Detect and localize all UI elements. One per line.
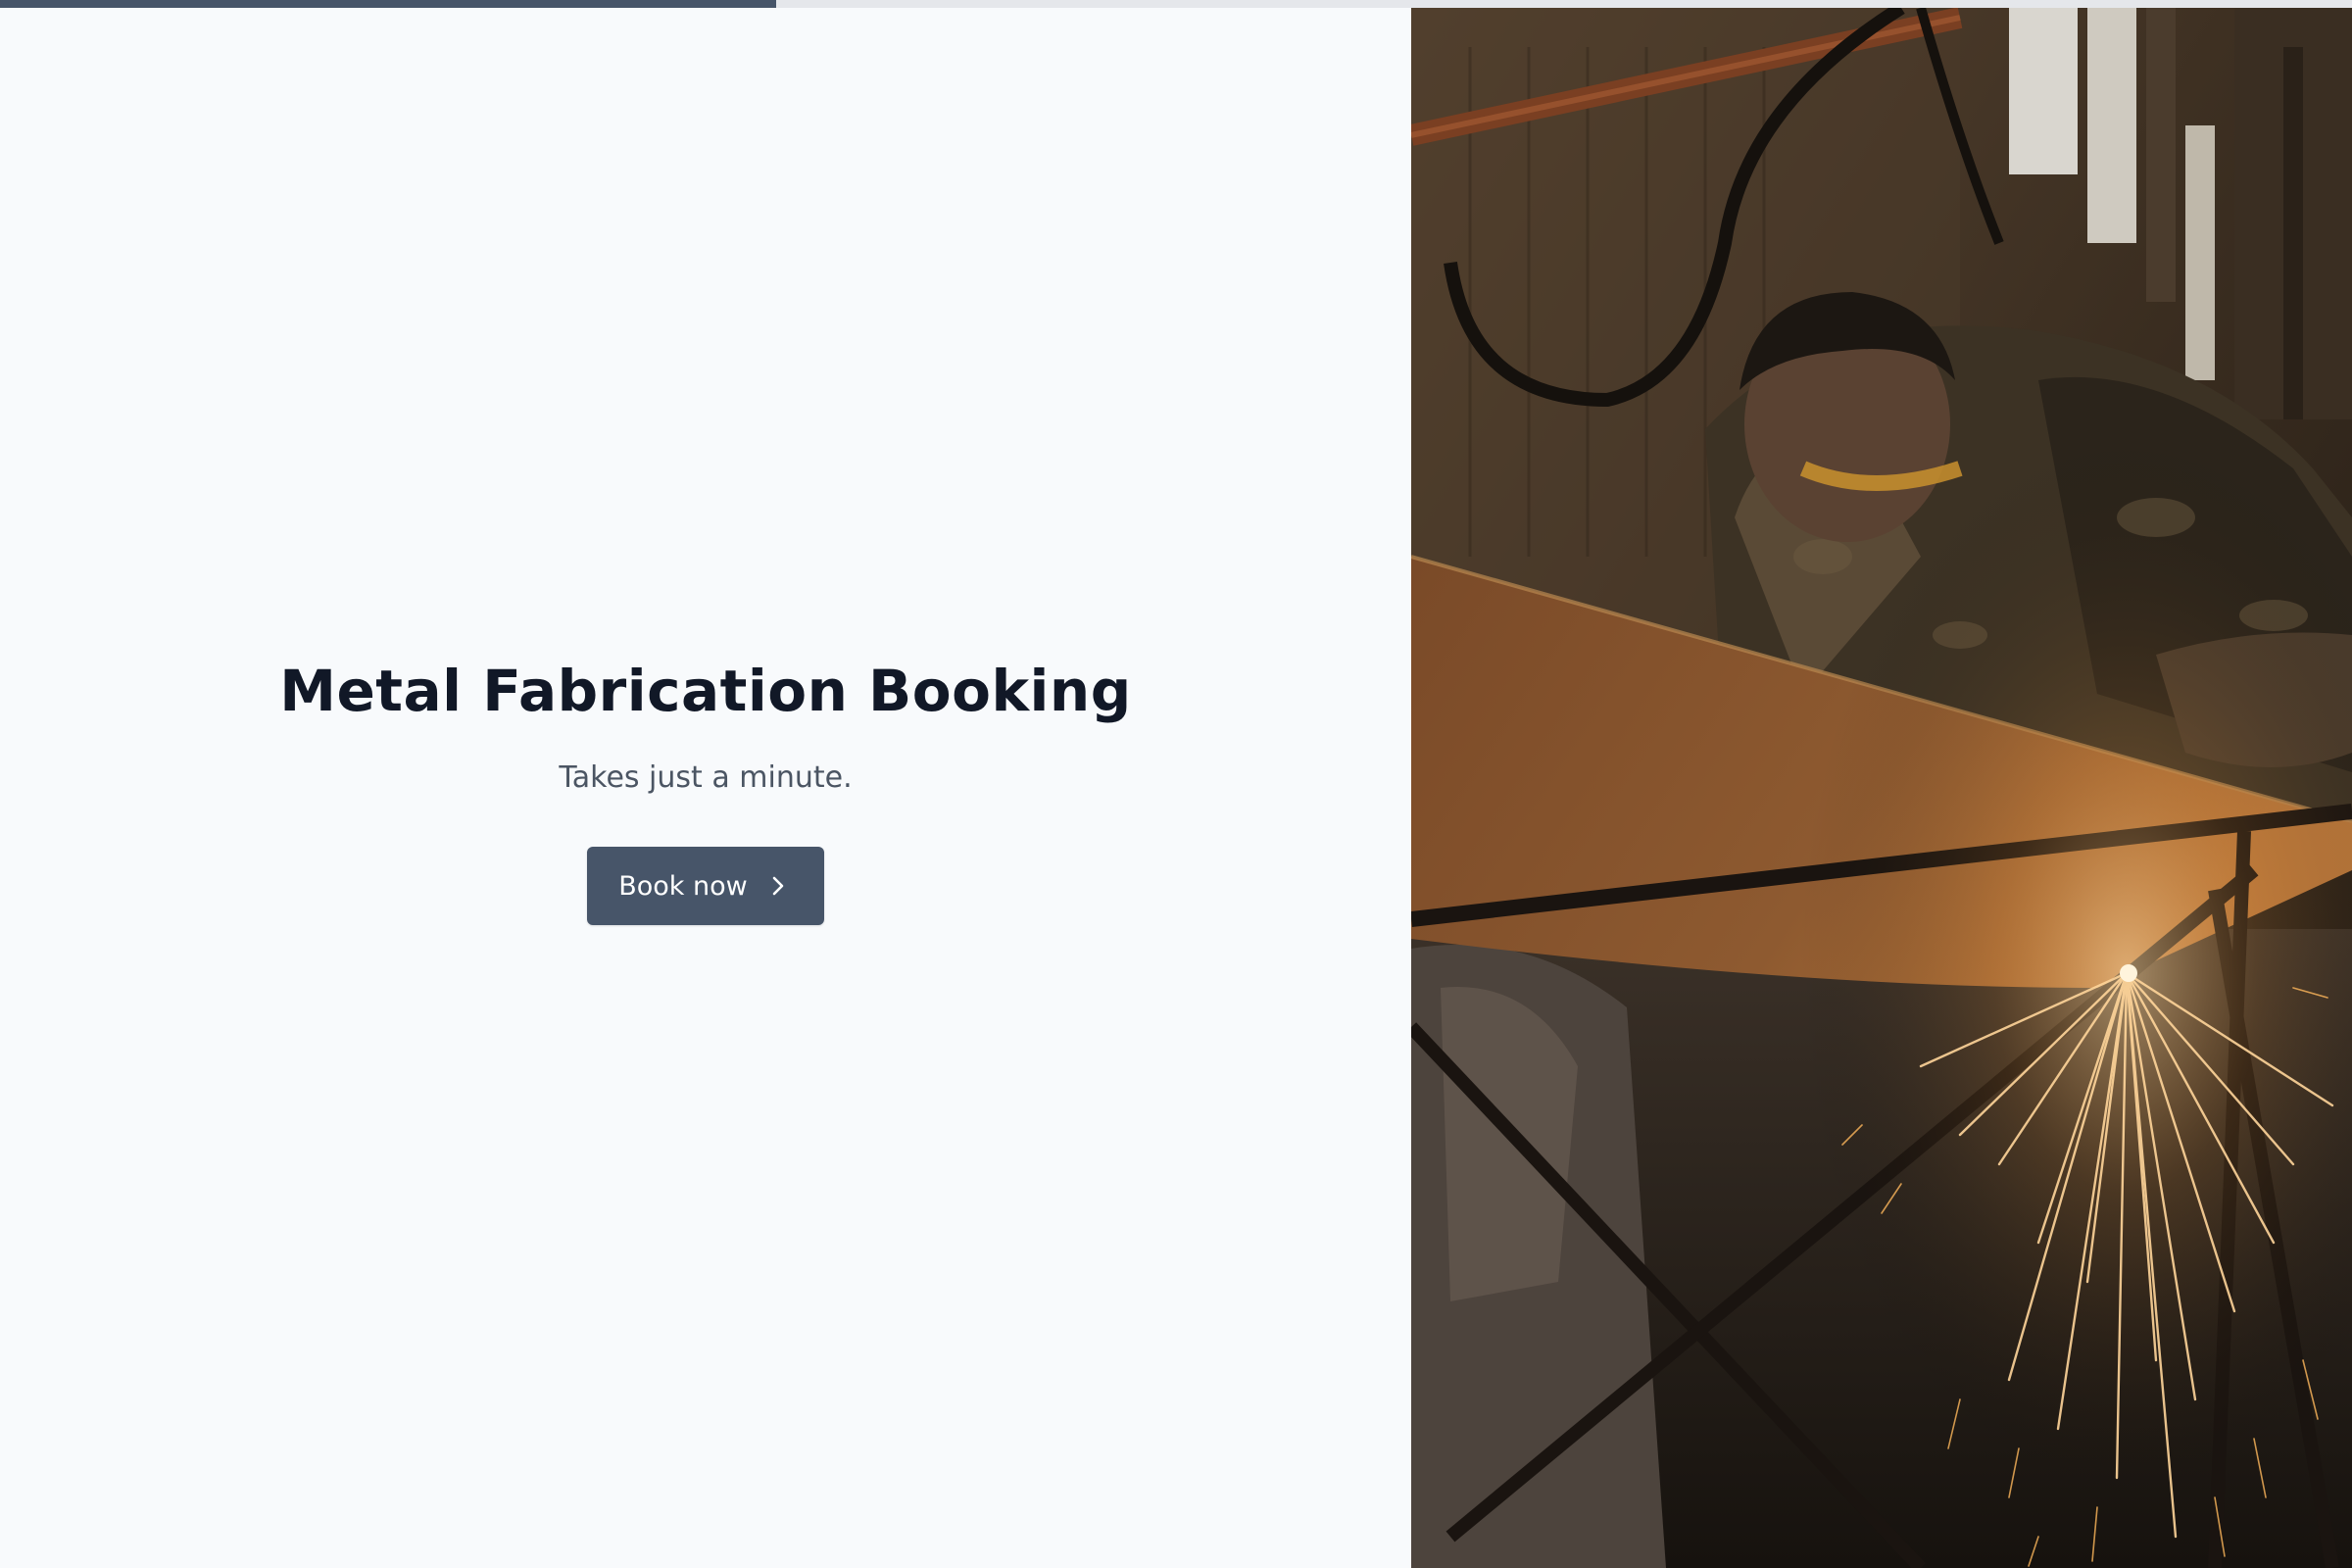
progress-bar [0, 0, 2352, 8]
hero-section: Metal Fabrication Booking Takes just a m… [0, 655, 1411, 925]
booking-landing-page: Metal Fabrication Booking Takes just a m… [0, 0, 2352, 1568]
progress-bar-fill [0, 0, 776, 8]
intro-panel: Metal Fabrication Booking Takes just a m… [0, 8, 1411, 1568]
book-now-label: Book now [618, 870, 748, 902]
page-subtitle: Takes just a minute. [559, 760, 853, 795]
welder-photo [1411, 8, 2352, 1568]
page-title: Metal Fabrication Booking [279, 658, 1132, 724]
hero-image [1411, 8, 2352, 1568]
book-now-button[interactable]: Book now [587, 847, 824, 925]
chevron-right-icon [769, 873, 787, 899]
